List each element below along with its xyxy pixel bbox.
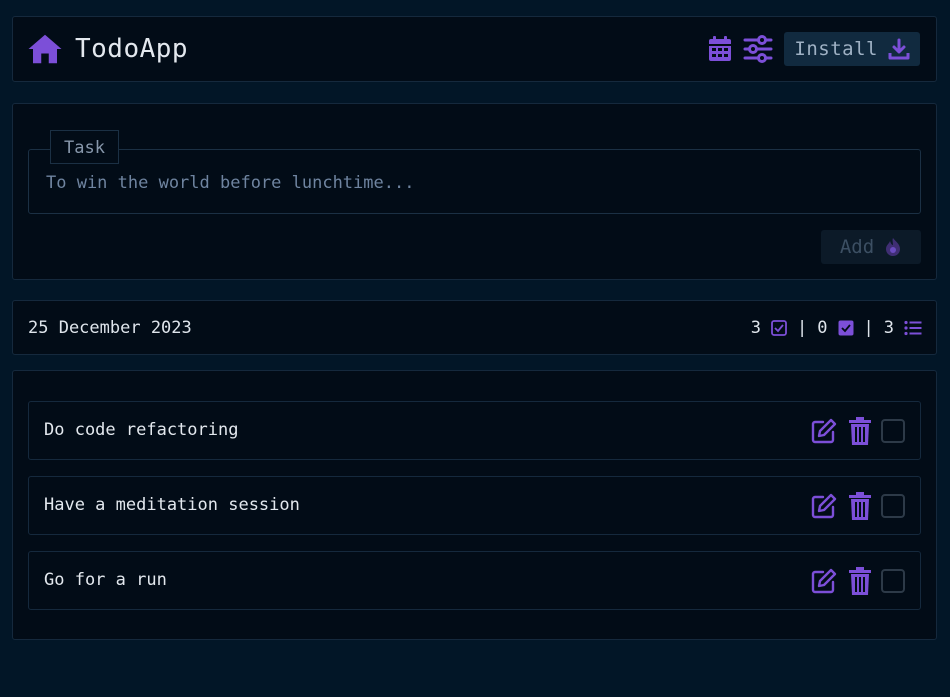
checkbox-filled-icon (838, 320, 853, 336)
app-header: TodoApp Install (12, 16, 937, 82)
trash-icon (849, 492, 871, 520)
task-item[interactable]: Have a meditation session (28, 476, 921, 535)
task-actions (809, 416, 905, 446)
stats-separator: | (797, 318, 808, 338)
task-item[interactable]: Do code refactoring (28, 401, 921, 460)
home-icon (28, 34, 62, 64)
task-actions (809, 491, 905, 521)
summary-bar: 25 December 2023 3 | 0 | 3 (12, 300, 937, 355)
calendar-icon (709, 36, 732, 61)
task-form: Task Add (12, 103, 937, 280)
edit-button[interactable] (809, 566, 839, 596)
task-field-legend: Task (50, 130, 119, 164)
task-checkbox[interactable] (881, 419, 905, 443)
app-title: TodoApp (75, 34, 189, 64)
task-input[interactable] (44, 172, 908, 194)
task-item[interactable]: Go for a run (28, 551, 921, 610)
task-text: Have a meditation session (44, 495, 300, 515)
task-checkbox[interactable] (881, 569, 905, 593)
sliders-icon (743, 35, 773, 63)
remaining-count: 3 (750, 318, 761, 338)
calendar-button[interactable] (704, 33, 736, 65)
task-text: Go for a run (44, 570, 167, 590)
add-label: Add (839, 236, 875, 258)
done-count: 0 (817, 318, 828, 338)
brand[interactable]: TodoApp (27, 31, 188, 67)
delete-button[interactable] (845, 491, 875, 521)
download-icon (888, 38, 910, 60)
edit-button[interactable] (809, 491, 839, 521)
total-count: 3 (883, 318, 894, 338)
edit-icon (811, 493, 837, 519)
install-label: Install (794, 38, 878, 60)
task-list: Do code refactoring Have a meditation se… (12, 370, 937, 640)
edit-icon (811, 418, 837, 444)
checkbox-outline-icon (771, 320, 787, 336)
add-button[interactable]: Add (821, 230, 921, 264)
delete-button[interactable] (845, 566, 875, 596)
trash-icon (849, 567, 871, 595)
task-stats: 3 | 0 | 3 (751, 318, 922, 338)
task-field[interactable] (28, 149, 921, 214)
trash-icon (849, 417, 871, 445)
settings-button[interactable] (742, 33, 774, 65)
task-checkbox[interactable] (881, 494, 905, 518)
fire-icon (886, 238, 901, 256)
delete-button[interactable] (845, 416, 875, 446)
install-button[interactable]: Install (784, 32, 920, 66)
stats-separator: | (863, 318, 874, 338)
edit-icon (811, 568, 837, 594)
header-actions: Install (698, 32, 920, 66)
edit-button[interactable] (809, 416, 839, 446)
task-text: Do code refactoring (44, 420, 239, 440)
list-icon (904, 320, 922, 336)
current-date: 25 December 2023 (28, 318, 192, 338)
app-page: TodoApp Install Task To win the world be… (0, 0, 950, 697)
task-actions (809, 566, 905, 596)
